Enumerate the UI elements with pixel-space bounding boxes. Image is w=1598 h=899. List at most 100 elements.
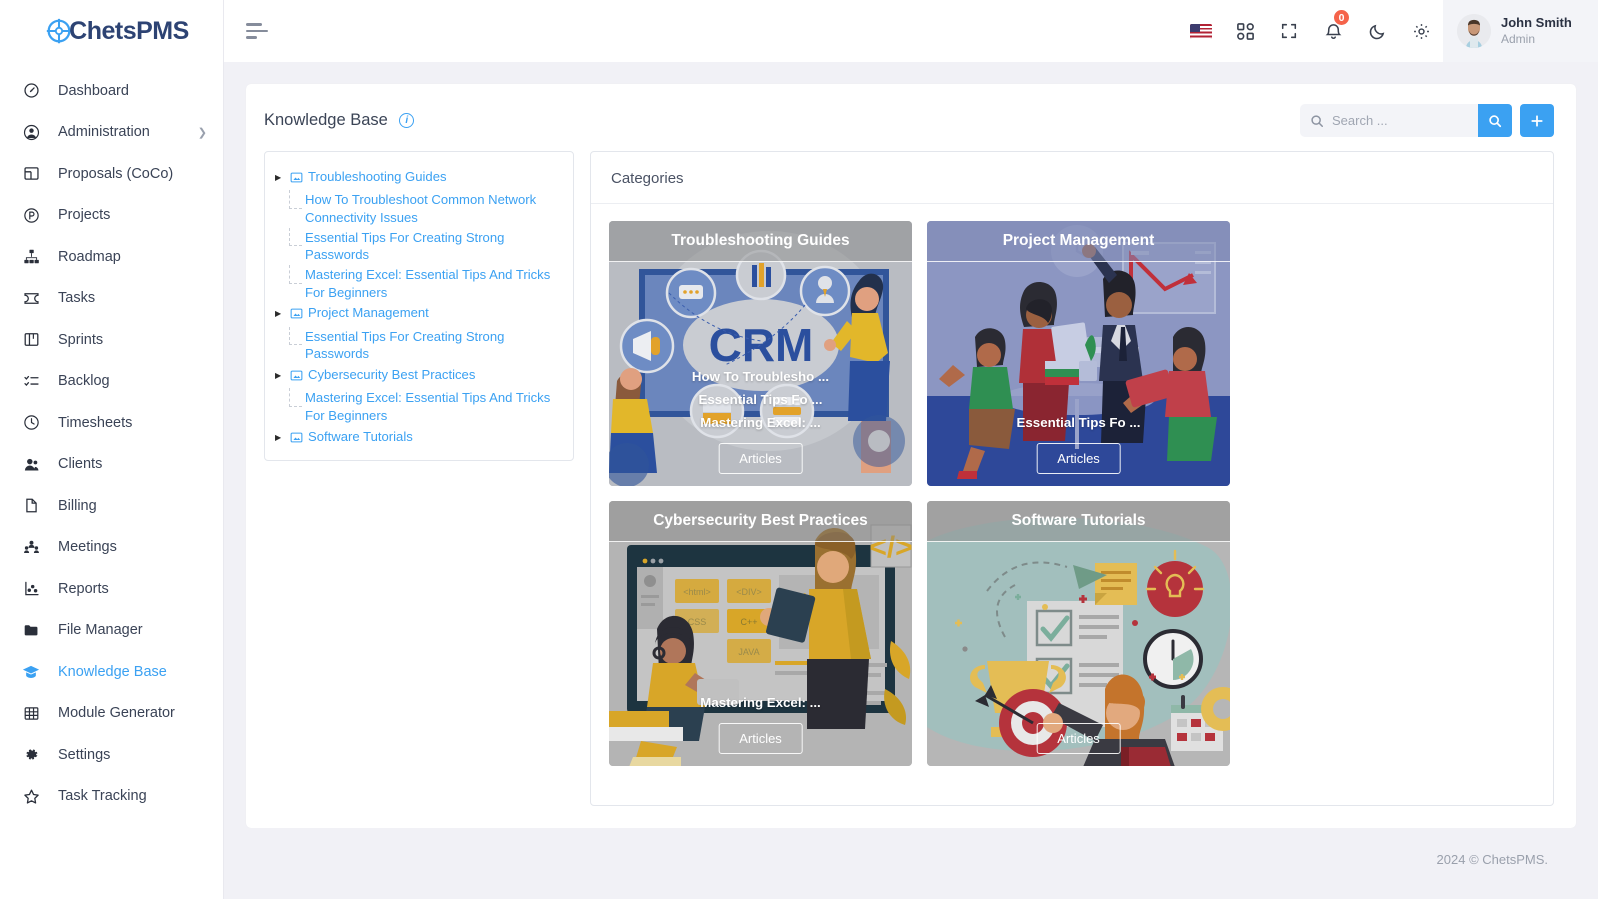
categories-grid: CRM Troubleshooting Guides How To Trouble… bbox=[591, 204, 1553, 783]
page-title-group: Knowledge Base i bbox=[264, 111, 415, 130]
hamburger-icon[interactable] bbox=[246, 23, 268, 39]
search-box[interactable] bbox=[1300, 104, 1478, 137]
category-card[interactable]: Project Management Essential Tips Fo ... A… bbox=[927, 221, 1230, 486]
category-articles-button[interactable]: Articles bbox=[1036, 443, 1121, 474]
gear-icon[interactable] bbox=[1399, 0, 1443, 62]
categories-panel: Categories CRM Troubleshooting Guides Ho… bbox=[590, 151, 1554, 806]
sidebar-item-label: Projects bbox=[58, 207, 111, 224]
ticket-icon bbox=[22, 289, 40, 307]
category-icon bbox=[290, 431, 303, 448]
brand-name: ChetsPMS bbox=[69, 16, 189, 45]
tree-category[interactable]: ▶ Project Management bbox=[275, 302, 561, 326]
sitemap-icon bbox=[22, 248, 40, 266]
sidebar-item-label: Module Generator bbox=[58, 705, 175, 722]
category-card[interactable]: <html> <DIV> CSS C++ JAVA </> Cybersecur… bbox=[609, 501, 912, 766]
sidebar-item-label: Dashboard bbox=[58, 82, 129, 99]
notification-badge: 0 bbox=[1333, 9, 1350, 26]
tree-article-link[interactable]: Mastering Excel: Essential Tips And Tric… bbox=[275, 264, 561, 302]
board-icon bbox=[22, 331, 40, 349]
people-group-icon bbox=[22, 538, 40, 556]
category-articles-button[interactable]: Articles bbox=[1036, 723, 1121, 754]
sidebar-item-backlog[interactable]: Backlog bbox=[0, 361, 223, 403]
user-role: Admin bbox=[1501, 31, 1536, 46]
tree-category[interactable]: ▶ Cybersecurity Best Practices bbox=[275, 364, 561, 388]
avatar bbox=[1457, 14, 1491, 48]
category-card-title: Project Management bbox=[927, 221, 1230, 262]
sidebar-item-label: Task Tracking bbox=[58, 788, 147, 805]
svg-text:JAVA: JAVA bbox=[738, 647, 759, 657]
folder-icon bbox=[22, 621, 40, 639]
header-tools bbox=[1300, 104, 1554, 137]
sidebar-item-settings[interactable]: Settings bbox=[0, 734, 223, 776]
sidebar-item-dashboard[interactable]: Dashboard bbox=[0, 70, 223, 112]
search-input[interactable] bbox=[1332, 113, 1468, 128]
sidebar-item-projects[interactable]: Projects bbox=[0, 195, 223, 237]
sidebar-item-label: Knowledge Base bbox=[58, 663, 167, 680]
checklist-icon bbox=[22, 372, 40, 390]
add-article-button[interactable] bbox=[1520, 104, 1554, 137]
tree-article-link[interactable]: Mastering Excel: Essential Tips And Tric… bbox=[275, 388, 561, 425]
fullscreen-icon[interactable] bbox=[1267, 0, 1311, 62]
svg-text:<html>: <html> bbox=[683, 587, 711, 597]
tree-article-link[interactable]: Essential Tips For Creating Strong Passw… bbox=[275, 227, 561, 265]
chevron-right-icon[interactable]: ▶ bbox=[275, 304, 285, 323]
sidebar-item-timesheets[interactable]: Timesheets bbox=[0, 402, 223, 444]
category-article-link[interactable]: Mastering Excel: ... bbox=[700, 695, 820, 710]
page-title: Knowledge Base bbox=[264, 111, 388, 129]
tree-article-link[interactable]: Essential Tips For Creating Strong Passw… bbox=[275, 326, 561, 364]
sidebar-item-sprints[interactable]: Sprints bbox=[0, 319, 223, 361]
category-tree-panel: ▶ Troubleshooting Guides How To Troublesho… bbox=[264, 151, 574, 461]
apps-grid-icon[interactable] bbox=[1223, 0, 1267, 62]
category-article-link[interactable]: Mastering Excel: ... bbox=[700, 415, 820, 430]
sidebar-item-reports[interactable]: Reports bbox=[0, 568, 223, 610]
tree-category-label: Project Management bbox=[308, 305, 429, 321]
search-icon bbox=[1311, 114, 1323, 127]
tree-node: ▶ Troubleshooting Guides How To Troublesho… bbox=[275, 166, 561, 302]
page-header: Knowledge Base i bbox=[246, 84, 1576, 151]
dark-mode-moon-icon[interactable] bbox=[1355, 0, 1399, 62]
user-menu[interactable]: John Smith Admin bbox=[1443, 0, 1598, 62]
category-article-link[interactable]: Essential Tips Fo ... bbox=[699, 392, 823, 407]
sidebar-item-administration[interactable]: Administration ❯ bbox=[0, 112, 223, 154]
tree-article-link[interactable]: How To Troubleshoot Common Network Conne… bbox=[275, 190, 561, 227]
sidebar-item-proposals-coco[interactable]: Proposals (CoCo) bbox=[0, 153, 223, 195]
info-icon[interactable]: i bbox=[399, 113, 415, 129]
bell-icon[interactable]: 0 bbox=[1311, 0, 1355, 62]
category-card[interactable]: Software Tutorials Articles bbox=[927, 501, 1230, 766]
category-articles-button[interactable]: Articles bbox=[718, 443, 803, 474]
chevron-right-icon[interactable]: ▶ bbox=[275, 366, 285, 385]
chevron-right-icon[interactable]: ▶ bbox=[275, 168, 285, 187]
topbar: 0 John Smith Admin bbox=[224, 0, 1598, 62]
sidebar-item-label: Reports bbox=[58, 580, 109, 597]
page-content: Knowledge Base i Search ... ▶ Troublesho… bbox=[224, 62, 1598, 899]
sidebar-item-task-tracking[interactable]: Task Tracking bbox=[0, 776, 223, 818]
chevron-right-icon[interactable]: ▶ bbox=[275, 428, 285, 447]
category-card-title: Cybersecurity Best Practices bbox=[609, 501, 912, 542]
svg-text:<DIV>: <DIV> bbox=[736, 587, 762, 597]
sidebar-item-label: Sprints bbox=[58, 331, 104, 348]
sidebar-item-roadmap[interactable]: Roadmap bbox=[0, 236, 223, 278]
sidebar-item-module-generator[interactable]: Module Generator bbox=[0, 693, 223, 735]
sidebar-item-meetings[interactable]: Meetings bbox=[0, 527, 223, 569]
sidebar-item-file-manager[interactable]: File Manager bbox=[0, 610, 223, 652]
tree-category[interactable]: ▶ Software Tutorials bbox=[275, 426, 561, 450]
app-root: ChetsPMS Dashboard Administration ❯ Proposa… bbox=[0, 0, 1598, 899]
tree-category[interactable]: ▶ Troubleshooting Guides bbox=[275, 166, 561, 190]
category-articles-button[interactable]: Articles bbox=[718, 723, 803, 754]
tree-category-label: Troubleshooting Guides bbox=[308, 169, 447, 184]
category-card[interactable]: CRM Troubleshooting Guides How To Trouble… bbox=[609, 221, 912, 486]
chart-scatter-icon bbox=[22, 580, 40, 598]
categories-heading: Categories bbox=[591, 152, 1553, 204]
language-flag-us-icon[interactable] bbox=[1179, 0, 1223, 62]
sidebar-item-knowledge-base[interactable]: Knowledge Base bbox=[0, 651, 223, 693]
chevron-right-icon: ❯ bbox=[197, 126, 207, 139]
sidebar-item-billing[interactable]: Billing bbox=[0, 485, 223, 527]
brand[interactable]: ChetsPMS bbox=[0, 0, 223, 62]
category-article-link[interactable]: How To Troublesho ... bbox=[692, 369, 829, 384]
sidebar-item-clients[interactable]: Clients bbox=[0, 444, 223, 486]
sidebar-item-label: Billing bbox=[58, 497, 97, 514]
search-button[interactable] bbox=[1478, 104, 1512, 137]
sidebar-item-tasks[interactable]: Tasks bbox=[0, 278, 223, 320]
sidebar-item-label: Tasks bbox=[58, 290, 96, 307]
category-article-link[interactable]: Essential Tips Fo ... bbox=[1017, 415, 1141, 430]
